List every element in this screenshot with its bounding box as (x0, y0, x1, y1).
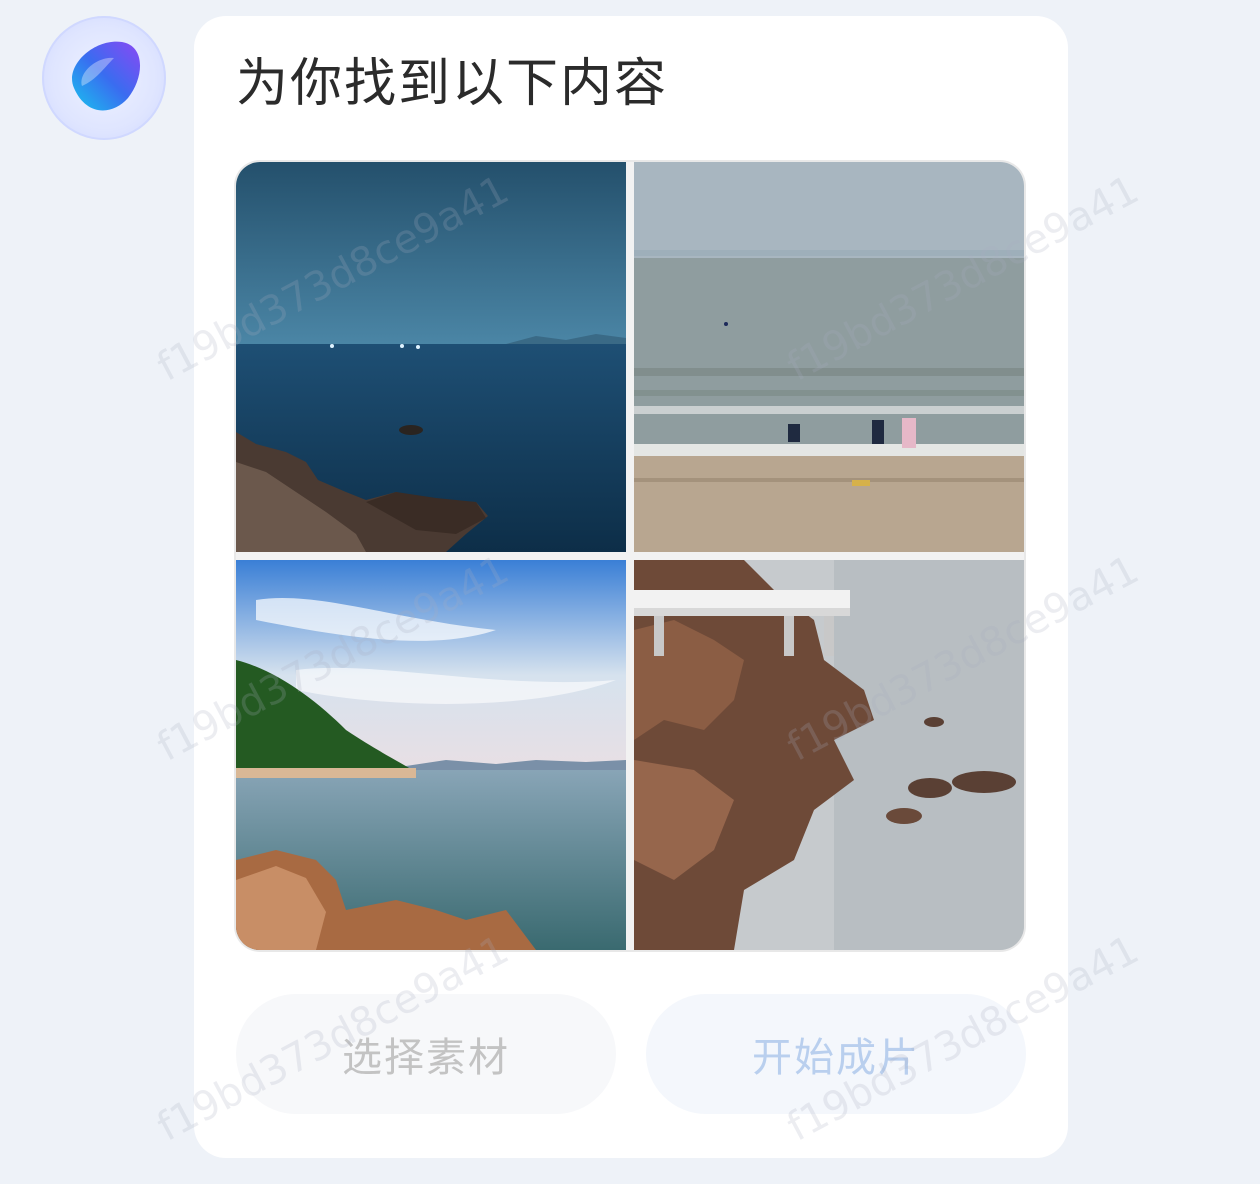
page: 为你找到以下内容 选择素材 开始成片 f19bd373d8ce9a41 f19b… (0, 0, 1260, 1184)
image-tile-3[interactable] (236, 560, 626, 950)
image-tile-1[interactable] (236, 162, 626, 552)
dusk-sea-image (236, 162, 626, 552)
assistant-avatar (42, 16, 166, 140)
image-grid (236, 162, 1024, 950)
card-title: 为你找到以下内容 (236, 54, 669, 114)
image-tile-4[interactable] (634, 560, 1024, 950)
result-card: 为你找到以下内容 选择素材 开始成片 (194, 16, 1068, 1158)
assistant-logo-icon (72, 41, 141, 111)
image-tile-2[interactable] (634, 162, 1024, 552)
beach-image (634, 162, 1024, 552)
start-creation-button[interactable]: 开始成片 (646, 994, 1026, 1114)
rocky-shore-image (634, 560, 1024, 950)
green-hill-coast-image (236, 560, 626, 950)
select-material-button[interactable]: 选择素材 (236, 994, 616, 1114)
